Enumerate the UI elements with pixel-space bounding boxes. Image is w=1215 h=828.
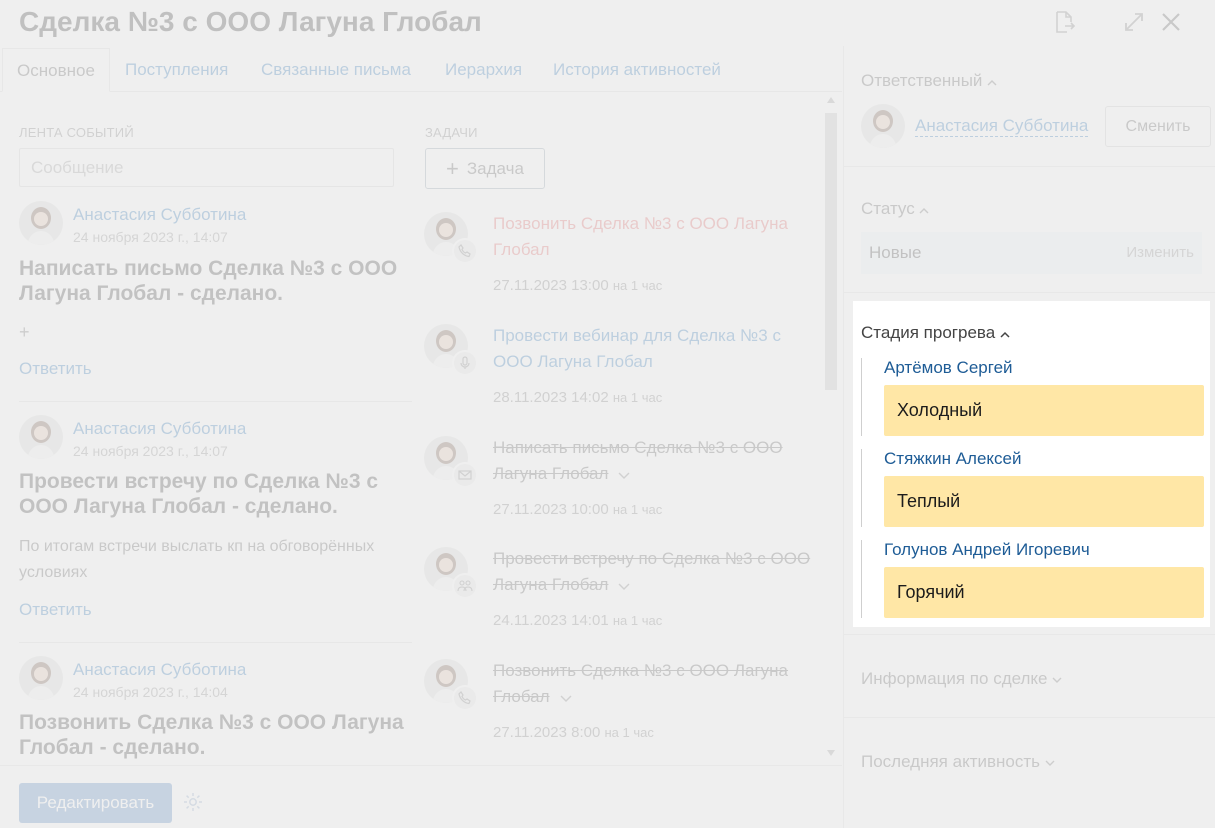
scroll-up-icon[interactable] (827, 97, 835, 103)
divider (861, 449, 862, 527)
tab-hierarchy[interactable]: Иерархия (431, 48, 536, 92)
divider (843, 717, 1215, 718)
plus-icon: + (446, 155, 459, 181)
avatar (19, 656, 63, 700)
task-avatar (424, 212, 478, 264)
expand-icon[interactable] (1120, 8, 1148, 36)
feed-author[interactable]: Анастасия Субботина (73, 205, 246, 225)
avatar (861, 104, 905, 148)
contact-name[interactable]: Голунов Андрей Игоревич (884, 540, 1090, 560)
feed-date: 24 ноября 2023 г., 14:07 (73, 443, 228, 459)
warmth-value[interactable]: Теплый (884, 476, 1204, 527)
warmth-stage-panel: Стадия прогрева Артёмов Сергей Холодный … (853, 301, 1210, 627)
divider (861, 358, 862, 436)
page-title: Сделка №3 с ООО Лагуна Глобал (19, 6, 482, 37)
microphone-icon (452, 350, 478, 376)
phone-icon (452, 238, 478, 264)
scroll-down-icon[interactable] (827, 750, 835, 756)
warmth-item: Стяжкин Алексей Теплый (861, 449, 1204, 529)
tasks-section-label: ЗАДАЧИ (425, 125, 478, 140)
chevron-up-icon (1000, 323, 1010, 342)
task-date: 28.11.2023 14:02 на 1 час (493, 389, 663, 406)
task-avatar (424, 324, 478, 376)
warmth-item: Артёмов Сергей Холодный (861, 358, 1204, 438)
task-date: 27.11.2023 10:00 на 1 час (493, 501, 663, 518)
divider (843, 166, 1215, 167)
contact-name[interactable]: Артёмов Сергей (884, 358, 1013, 378)
export-icon[interactable] (1050, 8, 1078, 36)
responsible-header[interactable]: Ответственный (861, 71, 997, 91)
edit-button[interactable]: Редактировать (19, 783, 172, 823)
last-activity-header[interactable]: Последняя активность (861, 752, 1055, 772)
warmth-stage-header[interactable]: Стадия прогрева (861, 323, 1010, 343)
chevron-down-icon (1052, 669, 1062, 688)
status-value: Новые (869, 243, 922, 262)
divider (861, 540, 862, 618)
scrollbar[interactable] (823, 95, 838, 760)
add-task-button[interactable]: + Задача (425, 148, 545, 189)
task-title[interactable]: Провести вебинар для Сделка №3 с ООО Лаг… (493, 323, 813, 375)
tab-related-emails[interactable]: Связанные письма (247, 48, 425, 92)
responsible-name-link[interactable]: Анастасия Субботина (915, 116, 1089, 137)
divider (843, 634, 1215, 635)
feed-section-label: ЛЕНТА СОБЫТИЙ (19, 125, 134, 140)
change-status-link[interactable]: Изменить (1126, 244, 1194, 261)
status-field: Новые Изменить (861, 232, 1202, 274)
warmth-item: Голунов Андрей Игоревич Горячий (861, 540, 1204, 620)
people-icon (452, 573, 478, 599)
feed-date: 24 ноября 2023 г., 14:04 (73, 684, 228, 700)
tab-activity-history[interactable]: История активностей (539, 48, 735, 92)
chevron-up-icon (919, 199, 929, 218)
avatar (19, 201, 63, 245)
task-title[interactable]: Провести встречу по Сделка №3 с ООО Лагу… (493, 546, 813, 599)
divider (19, 642, 412, 643)
feed-text: По итогам встречи выслать кп на обговорё… (19, 538, 375, 581)
divider (843, 292, 1215, 293)
task-avatar (424, 436, 478, 488)
feed-date: 24 ноября 2023 г., 14:07 (73, 229, 228, 245)
deal-info-header[interactable]: Информация по сделке (861, 669, 1062, 689)
scroll-thumb[interactable] (825, 113, 837, 390)
tab-receipts[interactable]: Поступления (111, 48, 242, 92)
feed-title: Провести встречу по Сделка №3 с ООО Лагу… (19, 470, 379, 518)
tab-bar: Основное Поступления Связанные письма Ие… (0, 48, 842, 92)
phone-icon (452, 685, 478, 711)
warmth-value[interactable]: Горячий (884, 567, 1204, 618)
divider (19, 401, 412, 402)
task-date: 27.11.2023 8:00 на 1 час (493, 724, 654, 741)
feed-title: Позвонить Сделка №3 с ООО Лагуна Глобал … (19, 711, 404, 759)
tab-main[interactable]: Основное (2, 48, 110, 92)
message-input[interactable]: Сообщение (19, 148, 394, 187)
avatar (19, 415, 63, 459)
chevron-down-icon[interactable] (618, 462, 630, 488)
feed-author[interactable]: Анастасия Субботина (73, 660, 246, 680)
contact-name[interactable]: Стяжкин Алексей (884, 449, 1021, 469)
gear-icon[interactable] (182, 791, 204, 813)
chevron-down-icon (1045, 752, 1055, 771)
feed-author[interactable]: Анастасия Субботина (73, 419, 246, 439)
mail-icon (452, 462, 478, 488)
task-avatar (424, 659, 478, 711)
task-date: 27.11.2023 13:00 на 1 час (493, 277, 663, 294)
add-task-label: Задача (466, 158, 524, 178)
change-responsible-button[interactable]: Сменить (1105, 106, 1211, 147)
feed-text: + (19, 322, 30, 342)
feed-title: Написать письмо Сделка №3 с ООО Лагуна Г… (19, 257, 398, 305)
task-title[interactable]: Позвонить Сделка №3 с ООО Лагуна Глобал (493, 211, 813, 263)
warmth-value[interactable]: Холодный (884, 385, 1204, 436)
task-title[interactable]: Позвонить Сделка №3 с ООО Лагуна Глобал (493, 658, 813, 711)
close-icon[interactable] (1157, 8, 1185, 36)
reply-link[interactable]: Ответить (19, 359, 92, 379)
chevron-down-icon[interactable] (618, 573, 630, 599)
task-avatar (424, 547, 478, 599)
status-header[interactable]: Статус (861, 199, 929, 219)
chevron-up-icon (987, 71, 997, 90)
reply-link[interactable]: Ответить (19, 600, 92, 620)
task-title[interactable]: Написать письмо Сделка №3 с ООО Лагуна Г… (493, 435, 813, 488)
task-date: 24.11.2023 14:01 на 1 час (493, 612, 663, 629)
modal-header: Сделка №3 с ООО Лагуна Глобал (0, 0, 1215, 46)
chevron-down-icon[interactable] (560, 685, 572, 711)
